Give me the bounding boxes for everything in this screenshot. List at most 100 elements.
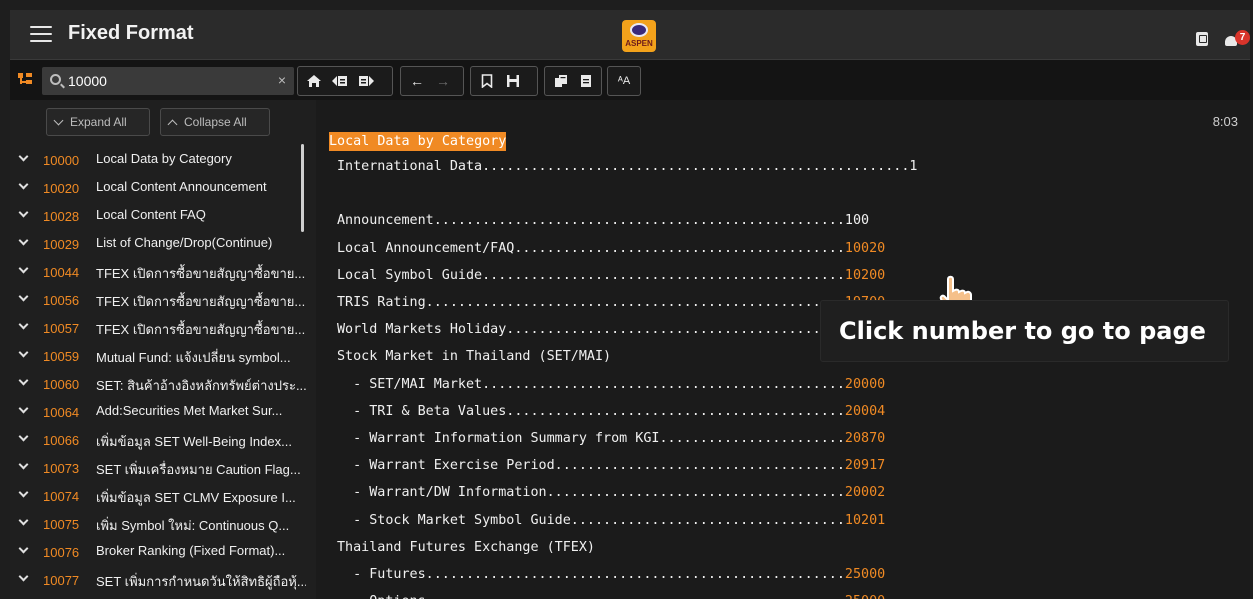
tree-item-label: Local Content FAQ: [96, 207, 206, 222]
tree-item[interactable]: 10028 Local Content FAQ: [10, 201, 310, 229]
chevron-up-icon: [167, 119, 178, 129]
content-line-text: - Warrant/DW Information................…: [337, 485, 845, 501]
tree-item[interactable]: 10075 เพิ่ม Symbol ใหม่: Continuous Q...: [10, 509, 310, 537]
content-line-text: - Warrant Exercise Period...............…: [337, 458, 845, 474]
chevron-down-icon[interactable]: [18, 347, 29, 358]
tree-item[interactable]: 10077 SET เพิ่มการกำหนดวันให้สิทธิผู้ถือห…: [10, 565, 310, 593]
tree-item-code: 10077: [43, 573, 80, 588]
tree-item[interactable]: 10020 Local Content Announcement: [10, 173, 310, 201]
tree-item-label: Mutual Fund: แจ้งเปลี่ยน symbol...: [96, 350, 291, 365]
chevron-down-icon[interactable]: [18, 291, 29, 302]
clear-icon[interactable]: ×: [278, 72, 286, 88]
page-number-link[interactable]: 10200: [845, 268, 885, 283]
chevron-down-icon[interactable]: [18, 151, 29, 162]
chevron-down-icon[interactable]: [18, 207, 29, 218]
previous-page-icon[interactable]: [330, 71, 350, 91]
download-icon[interactable]: [1196, 32, 1208, 46]
content-line: - Warrant Information Summary from KGI..…: [337, 431, 885, 446]
font-size-icon[interactable]: ᴬA: [614, 71, 634, 91]
content-line-text: Announcement............................…: [337, 213, 845, 229]
page-number-link[interactable]: 10020: [845, 241, 885, 256]
tree-view-icon[interactable]: [18, 73, 32, 85]
tree-item-code: 10000: [43, 153, 80, 168]
tree-item[interactable]: 10060 SET: สินค้าอ้างอิงหลักทรัพย์ต่างประ…: [10, 369, 310, 397]
tree-item[interactable]: 10000 Local Data by Category: [10, 145, 310, 173]
tree-list: 10000 Local Data by Category 10020 Local Co…: [10, 145, 310, 593]
tree-item[interactable]: 10044 TFEX เปิดการซื้อขายสัญญาซื้อขาย...: [10, 257, 310, 285]
chevron-down-icon[interactable]: [18, 179, 29, 190]
forward-arrow-icon[interactable]: →: [433, 71, 453, 91]
search-icon: [50, 74, 61, 85]
tree-item-label: เพิ่ม Symbol ใหม่: Continuous Q...: [96, 518, 290, 533]
tree-item-label: Add:Securities Met Market Sur...: [96, 403, 283, 418]
content-line-text: Thailand Futures Exchange (TFEX): [337, 539, 595, 555]
tree-item[interactable]: 10029 List of Change/Drop(Continue): [10, 229, 310, 257]
tree-item-label: SET เพิ่มการกำหนดวันให้สิทธิผู้ถือหุ้...: [96, 574, 306, 589]
bookmark-icon[interactable]: [477, 71, 497, 91]
tree-item[interactable]: 10064 Add:Securities Met Market Sur...: [10, 397, 310, 425]
chevron-down-icon[interactable]: [18, 235, 29, 246]
page-number-link[interactable]: 20004: [845, 404, 885, 419]
app-title: Fixed Format: [68, 22, 194, 44]
chevron-down-icon[interactable]: [18, 515, 29, 526]
content-line-text: - TRI & Beta Values.....................…: [337, 403, 845, 419]
tree-item-code: 10056: [43, 293, 80, 308]
content-line-text: - Stock Market Symbol Guide.............…: [337, 512, 845, 528]
tree-item-label: TFEX เปิดการซื้อขายสัญญาซื้อขาย...: [96, 294, 306, 309]
sidebar-scrollbar[interactable]: [301, 144, 304, 232]
tree-item[interactable]: 10074 เพิ่มข้อมูล SET CLMV Exposure I...: [10, 481, 310, 509]
tree-item-label: List of Change/Drop(Continue): [96, 235, 273, 250]
page-number-link[interactable]: 20917: [845, 458, 885, 473]
content-line: Local Symbol Guide......................…: [337, 268, 885, 283]
chevron-down-icon[interactable]: [18, 263, 29, 274]
page-number-link[interactable]: 20870: [845, 431, 885, 446]
content-panel: 8:03 Local Data by Category Internationa…: [316, 100, 1250, 599]
tree-item-label: เพิ่มข้อมูล SET Well-Being Index...: [96, 434, 292, 449]
chevron-down-icon[interactable]: [18, 403, 29, 414]
content-line-text: - Options...............................…: [337, 594, 845, 599]
chevron-down-icon[interactable]: [18, 571, 29, 582]
chevron-down-icon[interactable]: [18, 431, 29, 442]
content-line: International Data......................…: [337, 159, 917, 174]
tree-item[interactable]: 10073 SET เพิ่มเครื่องหมาย Caution Flag..…: [10, 453, 310, 481]
content-line-text: World Markets Holiday...................…: [337, 322, 845, 338]
page-number-link[interactable]: 20000: [845, 377, 885, 392]
tree-item-code: 10044: [43, 265, 80, 280]
content-line: - Futures...............................…: [337, 567, 885, 582]
tree-item-code: 10060: [43, 377, 80, 392]
copy-icon[interactable]: [551, 71, 570, 91]
chevron-down-icon[interactable]: [18, 543, 29, 554]
page-number-link[interactable]: 20002: [845, 485, 885, 500]
sidebar: Expand All Collapse All 10000 Local Data …: [10, 100, 316, 599]
tree-item[interactable]: 10066 เพิ่มข้อมูล SET Well-Being Index...: [10, 425, 310, 453]
tree-item-code: 10057: [43, 321, 80, 336]
chevron-down-icon[interactable]: [18, 319, 29, 330]
search-input[interactable]: [68, 71, 268, 91]
chevron-down-icon[interactable]: [18, 459, 29, 470]
tree-item[interactable]: 10076 Broker Ranking (Fixed Format)...: [10, 537, 310, 565]
page-number-link[interactable]: 25000: [845, 594, 885, 599]
document-group: [544, 66, 602, 96]
notification-badge: 7: [1235, 30, 1250, 45]
home-icon[interactable]: [304, 71, 324, 91]
save-icon[interactable]: [503, 71, 523, 91]
tree-item[interactable]: 10056 TFEX เปิดการซื้อขายสัญญาซื้อขาย...: [10, 285, 310, 313]
next-page-icon[interactable]: [356, 71, 376, 91]
content-line-text: - SET/MAI Market........................…: [337, 376, 845, 392]
chevron-down-icon[interactable]: [18, 375, 29, 386]
tree-item[interactable]: 10059 Mutual Fund: แจ้งเปลี่ยน symbol...: [10, 341, 310, 369]
chevron-down-icon[interactable]: [18, 487, 29, 498]
tree-item[interactable]: 10057 TFEX เปิดการซื้อขายสัญญาซื้อขาย...: [10, 313, 310, 341]
back-arrow-icon[interactable]: ←: [407, 71, 427, 91]
expand-all-button[interactable]: Expand All: [46, 108, 150, 136]
tree-item-label: Broker Ranking (Fixed Format)...: [96, 543, 286, 558]
menu-icon[interactable]: [30, 26, 52, 44]
tree-item-code: 10064: [43, 405, 80, 420]
page-number-link[interactable]: 10201: [845, 513, 885, 528]
tree-item-label: เพิ่มข้อมูล SET CLMV Exposure I...: [96, 490, 296, 505]
page-number-link[interactable]: 25000: [845, 567, 885, 582]
collapse-all-button[interactable]: Collapse All: [160, 108, 270, 136]
document-icon[interactable]: [576, 71, 595, 91]
content-line: - Warrant/DW Information................…: [337, 485, 885, 500]
tree-item-label: Local Content Announcement: [96, 179, 267, 194]
